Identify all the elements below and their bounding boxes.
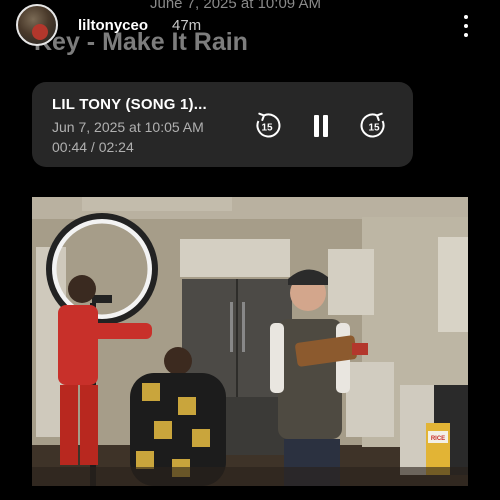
audio-player-card: LIL TONY (SONG 1)... Jun 7, 2025 at 10:0… [32, 82, 413, 167]
forward-15-label: 15 [368, 123, 380, 134]
post-photo[interactable]: RICE [32, 197, 468, 486]
post-time: 47m [172, 17, 202, 34]
forward-15-button[interactable]: 15 [360, 112, 388, 140]
song-date: Jun 7, 2025 at 10:05 AM [52, 119, 204, 135]
song-title: LIL TONY (SONG 1)... [52, 96, 207, 113]
rice-box-label: RICE [431, 436, 445, 442]
post-header: liltonyceo 47m [0, 0, 500, 52]
pause-button[interactable] [307, 112, 335, 140]
rewind-15-label: 15 [261, 123, 273, 134]
avatar[interactable] [16, 4, 58, 46]
more-options-icon[interactable] [458, 12, 474, 40]
photo-scene: RICE [32, 197, 468, 486]
playback-progress: 00:44 / 02:24 [52, 139, 134, 155]
rewind-15-button[interactable]: 15 [253, 112, 281, 140]
username[interactable]: liltonyceo [78, 17, 148, 34]
